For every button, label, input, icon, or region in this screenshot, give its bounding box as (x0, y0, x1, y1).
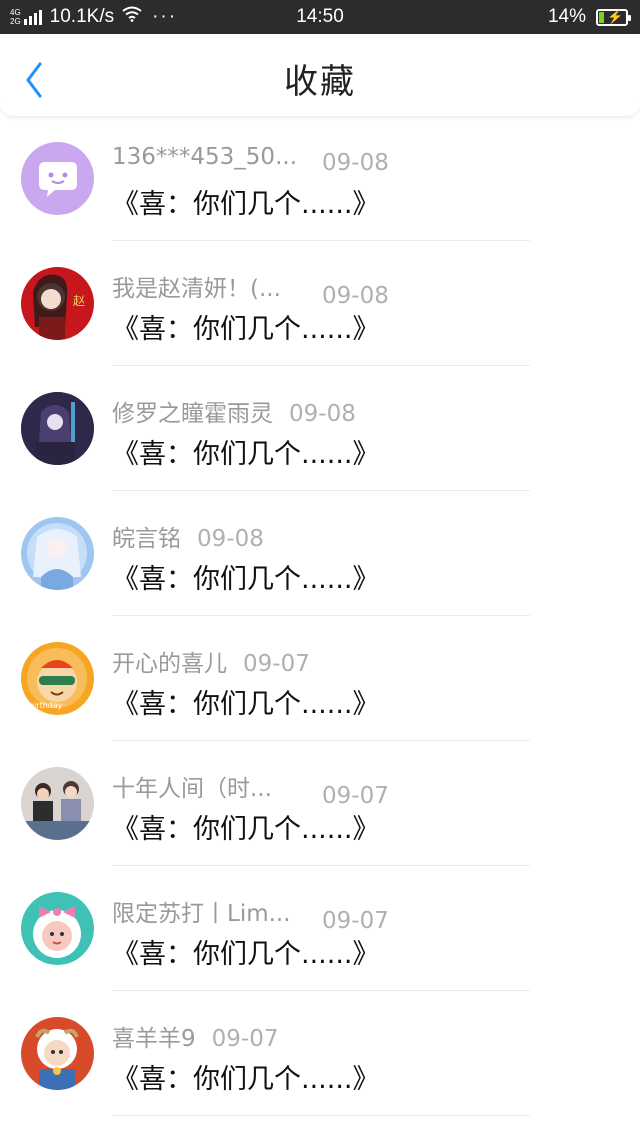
list-item[interactable]: 十年人间（时... 09-07 《喜：你们几个......》 (0, 741, 640, 866)
sender-name: 我是赵清妍！(... (112, 276, 281, 302)
sender-name: 限定苏打丨Lim... (112, 901, 291, 927)
chat-bubble-avatar (21, 142, 94, 215)
list-item[interactable]: 赵 我是赵清妍！(... 09-08 《喜：你们几个......》 (0, 241, 640, 366)
sender-name: 十年人间（时... (112, 776, 272, 802)
list-item[interactable]: 修罗之瞳霍雨灵 09-08 《喜：你们几个......》 (0, 366, 640, 491)
list-item[interactable]: 136***453_50... 09-08 《喜：你们几个......》 (0, 116, 640, 241)
sender-name: 136***453_50... (112, 144, 297, 170)
divider (112, 1115, 530, 1116)
item-date: 09-08 (289, 401, 356, 427)
sender-name: 皖言铭 (112, 526, 181, 552)
item-date: 09-07 (322, 783, 389, 809)
nav-bar: 收藏 (0, 34, 640, 116)
item-date: 09-08 (197, 526, 264, 552)
item-message: 《喜：你们几个......》 (112, 689, 380, 720)
favorites-list: 136***453_50... 09-08 《喜：你们几个......》 赵 我是… (0, 116, 640, 1116)
list-item[interactable]: 皖言铭 09-08 《喜：你们几个......》 (0, 491, 640, 616)
girl-red-avatar: 赵 (21, 267, 94, 340)
sender-name: 修罗之瞳霍雨灵 (112, 401, 273, 427)
svg-text:赵: 赵 (73, 294, 85, 308)
status-time: 14:50 (296, 6, 344, 27)
item-message: 《喜：你们几个......》 (112, 189, 380, 220)
item-message: 《喜：你们几个......》 (112, 564, 380, 595)
birthday-cartoon-avatar: birthday (21, 642, 94, 715)
item-date: 09-08 (322, 283, 389, 309)
item-message: 《喜：你们几个......》 (112, 939, 380, 970)
pleasant-goat-avatar (21, 1017, 94, 1090)
item-message: 《喜：你们几个......》 (112, 814, 380, 845)
svg-text:birthday: birthday (29, 701, 63, 710)
list-item[interactable]: 喜羊羊9 09-07 《喜：你们几个......》 (0, 991, 640, 1116)
item-message: 《喜：你们几个......》 (112, 1064, 380, 1095)
item-message: 《喜：你们几个......》 (112, 314, 380, 345)
sheep-bow-avatar (21, 892, 94, 965)
list-item[interactable]: birthday 开心的喜儿 09-07 《喜：你们几个......》 (0, 616, 640, 741)
status-bar: 4G 2G 10.1K/s ··· 14:50 14% ⚡ (0, 0, 640, 34)
sender-name: 喜羊羊9 (112, 1026, 196, 1052)
battery-icon: ⚡ (596, 8, 631, 26)
item-date: 09-07 (322, 908, 389, 934)
sender-name: 开心的喜儿 (112, 651, 227, 677)
list-item[interactable]: 限定苏打丨Lim... 09-07 《喜：你们几个......》 (0, 866, 640, 991)
anime-blue-avatar (21, 517, 94, 590)
anime-dark-avatar (21, 392, 94, 465)
item-date: 09-07 (243, 651, 310, 677)
item-date: 09-07 (211, 1026, 279, 1052)
page-title: 收藏 (284, 62, 356, 102)
battery-percent: 14% (547, 6, 586, 27)
item-message: 《喜：你们几个......》 (112, 439, 380, 470)
group-photo-avatar (21, 767, 94, 840)
item-date: 09-08 (322, 150, 389, 176)
